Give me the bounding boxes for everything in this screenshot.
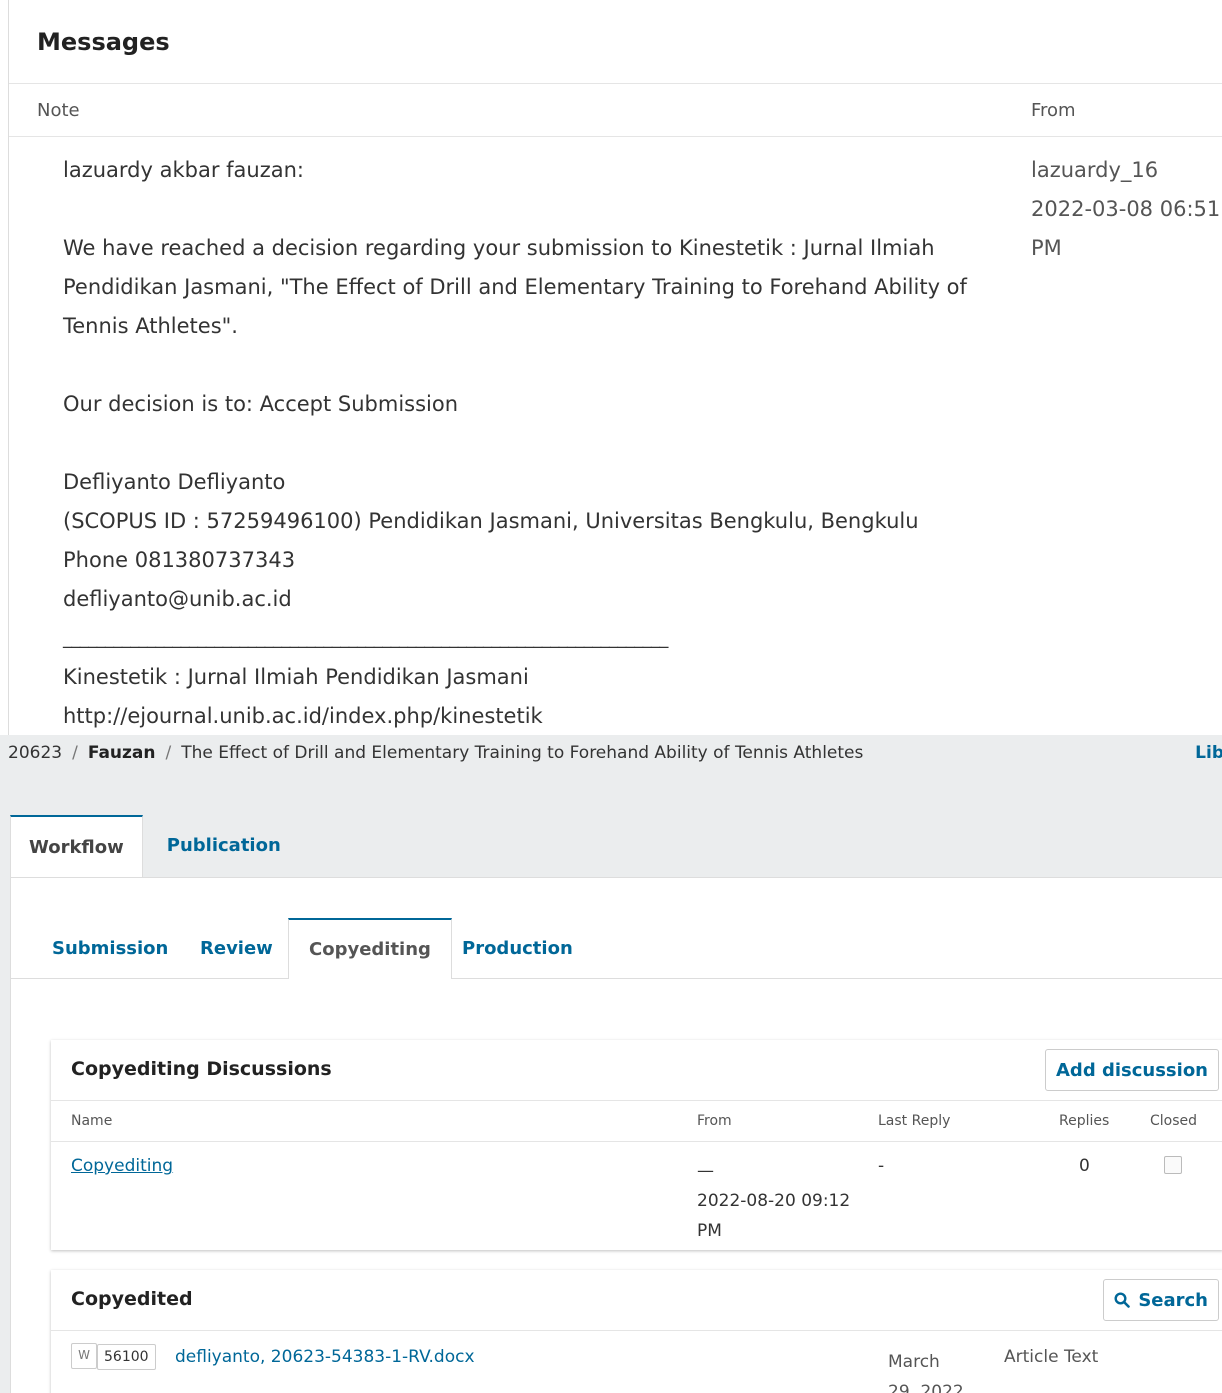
note-line: Pendidikan Jasmani, "The Effect of Drill…	[63, 275, 967, 299]
from-date: 2022-03-08 06:51	[1031, 197, 1221, 221]
discussion-link[interactable]: Copyediting	[71, 1156, 173, 1176]
search-label: Search	[1138, 1289, 1208, 1311]
submission-page: 20623/Fauzan / The Effect of Drill and Ele…	[0, 735, 1222, 1393]
note-signature-email: defliyanto@unib.ac.id	[63, 587, 292, 611]
note-line: We have reached a decision regarding you…	[63, 236, 935, 260]
library-link[interactable]: Lib	[1195, 743, 1222, 763]
workflow-panel: Submission Review Copyediting Production…	[10, 877, 1222, 1393]
column-last-reply: Last Reply	[878, 1113, 951, 1129]
note-signature-phone: Phone 081380737343	[63, 548, 296, 572]
document-icon: W	[71, 1343, 97, 1369]
note-line: Tennis Athletes".	[63, 314, 238, 338]
main-tabs: Workflow Publication	[10, 815, 299, 877]
table-row: W 56100 defliyanto, 20623-54383-1-RV.docx…	[51, 1331, 1222, 1393]
messages-modal: Messages Note From lazuardy akbar fauzan…	[8, 0, 1222, 735]
closed-checkbox[interactable]	[1164, 1156, 1182, 1174]
file-date-line2: 29, 2022	[888, 1382, 964, 1393]
breadcrumb-title: The Effect of Drill and Elementary Train…	[181, 743, 864, 763]
from-ampm: PM	[1031, 236, 1062, 260]
from-dash: —	[697, 1161, 714, 1181]
last-reply: -	[878, 1156, 885, 1176]
file-id: 56100	[97, 1344, 156, 1370]
tab-copyediting[interactable]: Copyediting	[288, 918, 452, 979]
from-user: lazuardy_16	[1031, 158, 1159, 182]
note-signature-name: Defliyanto Defliyanto	[63, 470, 286, 494]
grid-header: Copyedited Search	[51, 1270, 1222, 1331]
note-journal: Kinestetik : Jurnal Ilmiah Pendidikan Ja…	[63, 665, 529, 689]
file-link[interactable]: defliyanto, 20623-54383-1-RV.docx	[175, 1347, 475, 1367]
tab-workflow[interactable]: Workflow	[10, 815, 143, 877]
file-date-line1: March	[888, 1352, 940, 1372]
note-greeting: lazuardy akbar fauzan:	[63, 158, 304, 182]
column-from: From	[1031, 100, 1076, 121]
message-note: lazuardy akbar fauzan: We have reached a…	[63, 151, 993, 735]
tab-publication[interactable]: Publication	[143, 815, 299, 875]
column-closed: Closed	[1150, 1113, 1198, 1129]
column-name: Name	[71, 1113, 113, 1129]
grid-header: Copyediting Discussions Add discussion	[51, 1040, 1222, 1101]
note-decision: Our decision is to: Accept Submission	[63, 392, 459, 416]
search-button[interactable]: Search	[1103, 1279, 1219, 1321]
discussion-from: — 2022-08-20 09:12 PM	[697, 1156, 850, 1246]
messages-header: Messages	[9, 0, 1222, 84]
stage-tabs: Submission Review Copyediting Production	[11, 918, 1222, 979]
grid-title: Copyedited	[71, 1288, 193, 1310]
file-type: Article Text	[1004, 1347, 1099, 1367]
breadcrumb-id: 20623	[8, 743, 63, 763]
add-discussion-button[interactable]: Add discussion	[1045, 1049, 1219, 1091]
column-note: Note	[37, 100, 80, 121]
search-icon	[1114, 1292, 1131, 1308]
grid-title: Copyediting Discussions	[71, 1058, 332, 1080]
file-date: March 29, 2022	[888, 1347, 964, 1393]
message-from: lazuardy_16 2022-03-08 06:51 PM	[1031, 151, 1221, 268]
from-date: 2022-08-20 09:12	[697, 1191, 851, 1211]
breadcrumb: 20623/Fauzan / The Effect of Drill and Ele…	[8, 743, 864, 763]
note-url: http://ejournal.unib.ac.id/index.php/kin…	[63, 704, 543, 728]
tab-production[interactable]: Production	[462, 918, 573, 978]
messages-title: Messages	[37, 27, 170, 56]
tab-review[interactable]: Review	[200, 918, 273, 978]
messages-column-header: Note From	[9, 84, 1222, 137]
grid-column-headers: Name From Last Reply Replies Closed	[51, 1101, 1222, 1142]
column-replies: Replies	[1059, 1113, 1110, 1129]
table-row: Copyediting — 2022-08-20 09:12 PM - 0	[51, 1142, 1222, 1250]
from-ampm: PM	[697, 1221, 722, 1241]
note-rule: ________________________________________…	[63, 628, 668, 649]
breadcrumb-author: Fauzan	[87, 743, 156, 763]
column-from: From	[697, 1113, 732, 1129]
tab-submission[interactable]: Submission	[52, 918, 168, 978]
note-signature-affiliation: (SCOPUS ID : 57259496100) Pendidikan Jas…	[63, 509, 919, 533]
copyediting-discussions-grid: Copyediting Discussions Add discussion N…	[51, 1040, 1222, 1250]
copyedited-grid: Copyedited Search W 56100 defliyanto, 206…	[51, 1270, 1222, 1393]
replies-count: 0	[1079, 1156, 1090, 1176]
